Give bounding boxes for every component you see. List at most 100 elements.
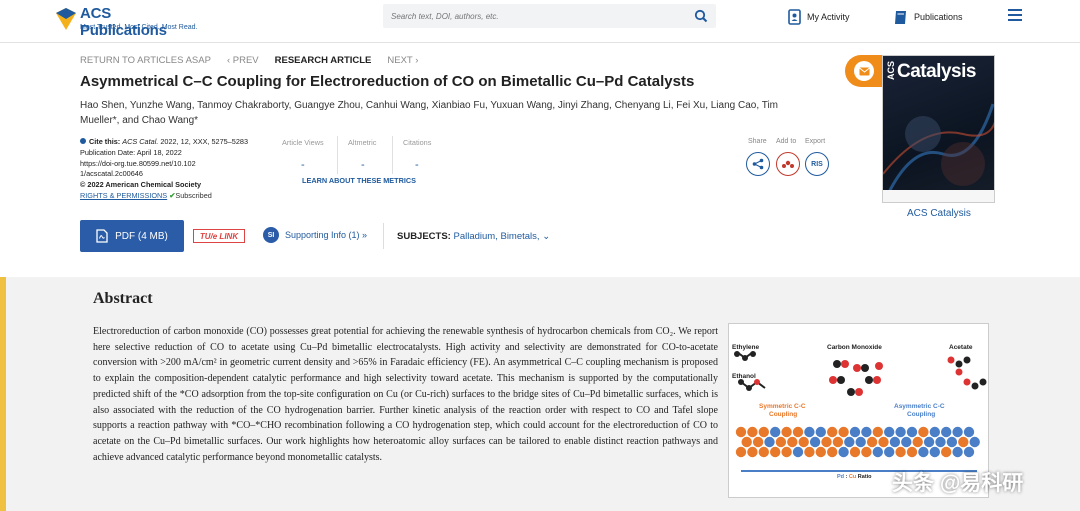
copyright: © 2022 American Chemical Society	[80, 180, 202, 190]
surface-atom	[838, 426, 849, 438]
surface-atom	[747, 426, 758, 438]
toc-ratio-word: Ratio	[856, 474, 872, 480]
surface-atom	[929, 446, 940, 458]
doi-link[interactable]: https://doi-org.tue.80599.net/10.1021/ac…	[80, 159, 200, 181]
search-bar	[383, 4, 716, 28]
divider	[337, 136, 338, 174]
subjects-label: SUBJECTS:	[397, 231, 451, 242]
altmetric-label: Altmetric	[348, 138, 377, 147]
watermark: 头条 @易科研	[892, 472, 1024, 495]
surface-atom	[775, 436, 787, 448]
subjects-values[interactable]: Palladium, Bimetals,	[453, 231, 539, 242]
email-alert-button[interactable]	[845, 55, 883, 87]
subjects: SUBJECTS: Palladium, Bimetals, ⌄	[397, 231, 550, 242]
cite-label: Cite this:	[89, 137, 121, 146]
pdf-label: PDF (4 MB)	[115, 230, 168, 242]
toc-sym-line1: Symmetric C-C	[759, 403, 806, 410]
surface-atom	[929, 426, 940, 438]
surface-atom	[901, 436, 912, 448]
surface-atom	[952, 446, 963, 458]
article-title: Asymmetrical C–C Coupling for Electrored…	[80, 73, 695, 90]
surface-atom	[895, 446, 906, 458]
surface-atom	[963, 426, 975, 438]
acs-catalysis-link[interactable]: ACS Catalysis	[907, 208, 971, 219]
acs-logo[interactable]: ACS Publications Most Trusted. Most Cite…	[55, 5, 198, 39]
book-icon	[895, 10, 906, 24]
learn-metrics-link[interactable]: LEARN ABOUT THESE METRICS	[302, 176, 416, 185]
mail-icon	[858, 67, 870, 75]
surface-atom	[804, 426, 815, 438]
share-icon	[752, 158, 764, 170]
surface-atom	[935, 436, 946, 448]
toc-co: Carbon Monoxide	[827, 344, 882, 351]
si-badge-icon: SI	[263, 227, 279, 243]
surface-atom	[941, 446, 952, 458]
catalyst-surface	[735, 426, 980, 458]
surface-atom	[758, 446, 769, 458]
surface-atom	[918, 426, 929, 438]
hamburger-menu-icon[interactable]	[1008, 9, 1022, 21]
surface-atom	[741, 436, 752, 448]
divider	[383, 223, 384, 249]
surface-atom	[872, 426, 883, 438]
views-label: Article Views	[282, 138, 324, 147]
surface-atom	[884, 446, 895, 458]
prev-link[interactable]: ‹ PREV	[227, 55, 259, 66]
surface-atom	[946, 436, 958, 448]
surface-atom	[792, 446, 804, 458]
surface-atom	[844, 436, 855, 448]
views-value: -	[301, 159, 305, 171]
my-activity-label: My Activity	[807, 12, 850, 22]
supporting-info-label: Supporting Info (1) »	[285, 230, 368, 240]
publications-link[interactable]: Publications	[893, 7, 963, 27]
surface-atom	[952, 426, 963, 438]
return-link[interactable]: RETURN TO ARTICLES ASAP	[80, 55, 211, 66]
add-to-button[interactable]	[776, 152, 800, 176]
toc-ethylene: Ethylene	[732, 344, 759, 351]
journal-cover[interactable]: ACS Catalysis	[882, 55, 995, 203]
surface-atom	[827, 426, 838, 438]
surface-atom	[923, 436, 935, 448]
abstract-text: Electroreduction of carbon monoxide (CO)…	[93, 326, 718, 463]
export-ris-button[interactable]: RIS	[805, 152, 829, 176]
article-navigation: RETURN TO ARTICLES ASAP ‹ PREV RESEARCH …	[80, 55, 418, 66]
mendeley-icon	[782, 160, 794, 168]
surface-atom	[895, 426, 906, 438]
search-icon[interactable]	[694, 9, 708, 23]
supporting-info-link[interactable]: SI Supporting Info (1) »	[263, 227, 367, 243]
surface-atom	[861, 426, 872, 438]
search-input[interactable]	[391, 7, 681, 25]
chevron-down-icon[interactable]: ⌄	[542, 231, 550, 242]
surface-atom	[884, 426, 895, 438]
surface-atom	[781, 426, 792, 438]
top-header: ACS Publications Most Trusted. Most Cite…	[0, 0, 1080, 43]
surface-atom	[906, 446, 918, 458]
surface-atom	[752, 436, 764, 448]
svg-text:Pd : Cu Ratio: Pd : Cu Ratio	[837, 474, 872, 480]
share-button[interactable]	[746, 152, 770, 176]
toc-asym-line2: Coupling	[907, 411, 935, 418]
surface-atom	[958, 436, 969, 448]
author-list[interactable]: Hao Shen, Yunzhe Wang, Tanmoy Chakrabort…	[80, 98, 820, 128]
surface-atom	[804, 446, 815, 458]
toc-ethanol: Ethanol	[732, 373, 756, 380]
tue-link-button[interactable]: TU/e LINK	[193, 229, 245, 243]
toc-sym-line2: Coupling	[769, 411, 797, 418]
cover-title: Catalysis	[897, 61, 976, 82]
publication-date[interactable]: Publication Date: April 18, 2022	[80, 148, 280, 159]
surface-atom	[832, 436, 844, 448]
share-label: Share	[748, 138, 767, 145]
surface-atom	[735, 446, 747, 458]
citations-label: Citations	[403, 138, 432, 147]
accent-bar	[0, 277, 6, 511]
surface-atom	[969, 436, 980, 448]
surface-atom	[855, 436, 866, 448]
my-activity-link[interactable]: My Activity	[788, 7, 850, 27]
surface-atom	[815, 446, 826, 458]
logo-name: ACS Publications	[80, 5, 167, 39]
rights-permissions-link[interactable]: RIGHTS & PERMISSIONS	[80, 191, 167, 200]
next-link[interactable]: NEXT ›	[387, 55, 418, 66]
pdf-download-button[interactable]: PDF (4 MB)	[80, 220, 184, 252]
surface-atom	[849, 446, 861, 458]
add-to-label: Add to	[776, 138, 797, 145]
